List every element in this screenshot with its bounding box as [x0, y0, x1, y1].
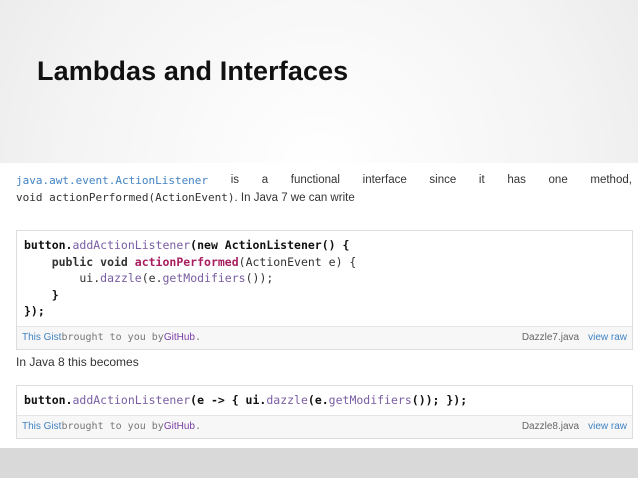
gist-java8: button.addActionListener(e -> { ui.dazzl…: [16, 385, 633, 439]
intro-word: a: [261, 174, 269, 186]
method-signature-code: void actionPerformed(ActionEvent): [16, 191, 235, 204]
brought-text: brought to you by: [61, 421, 164, 432]
intro-line-2-text: . In Java 7 we can write: [234, 192, 355, 204]
java8-paragraph: In Java 8 this becomes: [16, 355, 139, 369]
code-line-4: }: [24, 287, 59, 302]
intro-word: one: [548, 174, 568, 186]
dot-text: .: [194, 332, 201, 343]
code-line-1: button.addActionListener(e -> { ui.dazzl…: [24, 393, 468, 407]
this-gist-link[interactable]: This Gist: [22, 421, 61, 432]
gist-java7: button.addActionListener(new ActionListe…: [16, 230, 633, 350]
intro-word: functional: [290, 174, 340, 186]
code-line-5: });: [24, 304, 45, 318]
gist-filename-link[interactable]: Dazzle7.java: [522, 332, 579, 343]
intro-word: is: [230, 174, 240, 186]
gist-java7-meta: This Gist brought to you by GitHub . Daz…: [17, 325, 632, 349]
slide-title: Lambdas and Interfaces: [37, 56, 349, 86]
intro-line-1: java.awt.event.ActionListener is a funct…: [16, 172, 632, 189]
gist-java8-meta: This Gist brought to you by GitHub . Daz…: [17, 414, 632, 438]
intro-word: method,: [590, 174, 632, 186]
action-listener-code: java.awt.event.ActionListener: [16, 174, 209, 187]
bottom-band: [0, 448, 638, 478]
intro-word: has: [507, 174, 526, 186]
github-link[interactable]: GitHub: [164, 332, 195, 343]
intro-word: since: [429, 174, 457, 186]
gist-java8-code: button.addActionListener(e -> { ui.dazzl…: [17, 386, 632, 415]
gist-filename-link[interactable]: Dazzle8.java: [522, 421, 579, 432]
dot-text: .: [194, 421, 201, 432]
gist-java7-code: button.addActionListener(new ActionListe…: [17, 231, 632, 326]
intro-word: it: [478, 174, 485, 186]
view-raw-link[interactable]: view raw: [588, 421, 627, 432]
this-gist-link[interactable]: This Gist: [22, 332, 61, 343]
intro-line-2: void actionPerformed(ActionEvent). In Ja…: [16, 189, 632, 207]
view-raw-link[interactable]: view raw: [588, 332, 627, 343]
github-link[interactable]: GitHub: [164, 421, 195, 432]
intro-word: interface: [362, 174, 407, 186]
code-line-2: public void actionPerformed(ActionEvent …: [24, 254, 357, 269]
brought-text: brought to you by: [61, 332, 164, 343]
intro-paragraph: java.awt.event.ActionListener is a funct…: [16, 172, 632, 207]
code-line-1: button.addActionListener(new ActionListe…: [24, 238, 350, 252]
code-line-3: ui.dazzle(e.getModifiers());: [24, 271, 274, 285]
